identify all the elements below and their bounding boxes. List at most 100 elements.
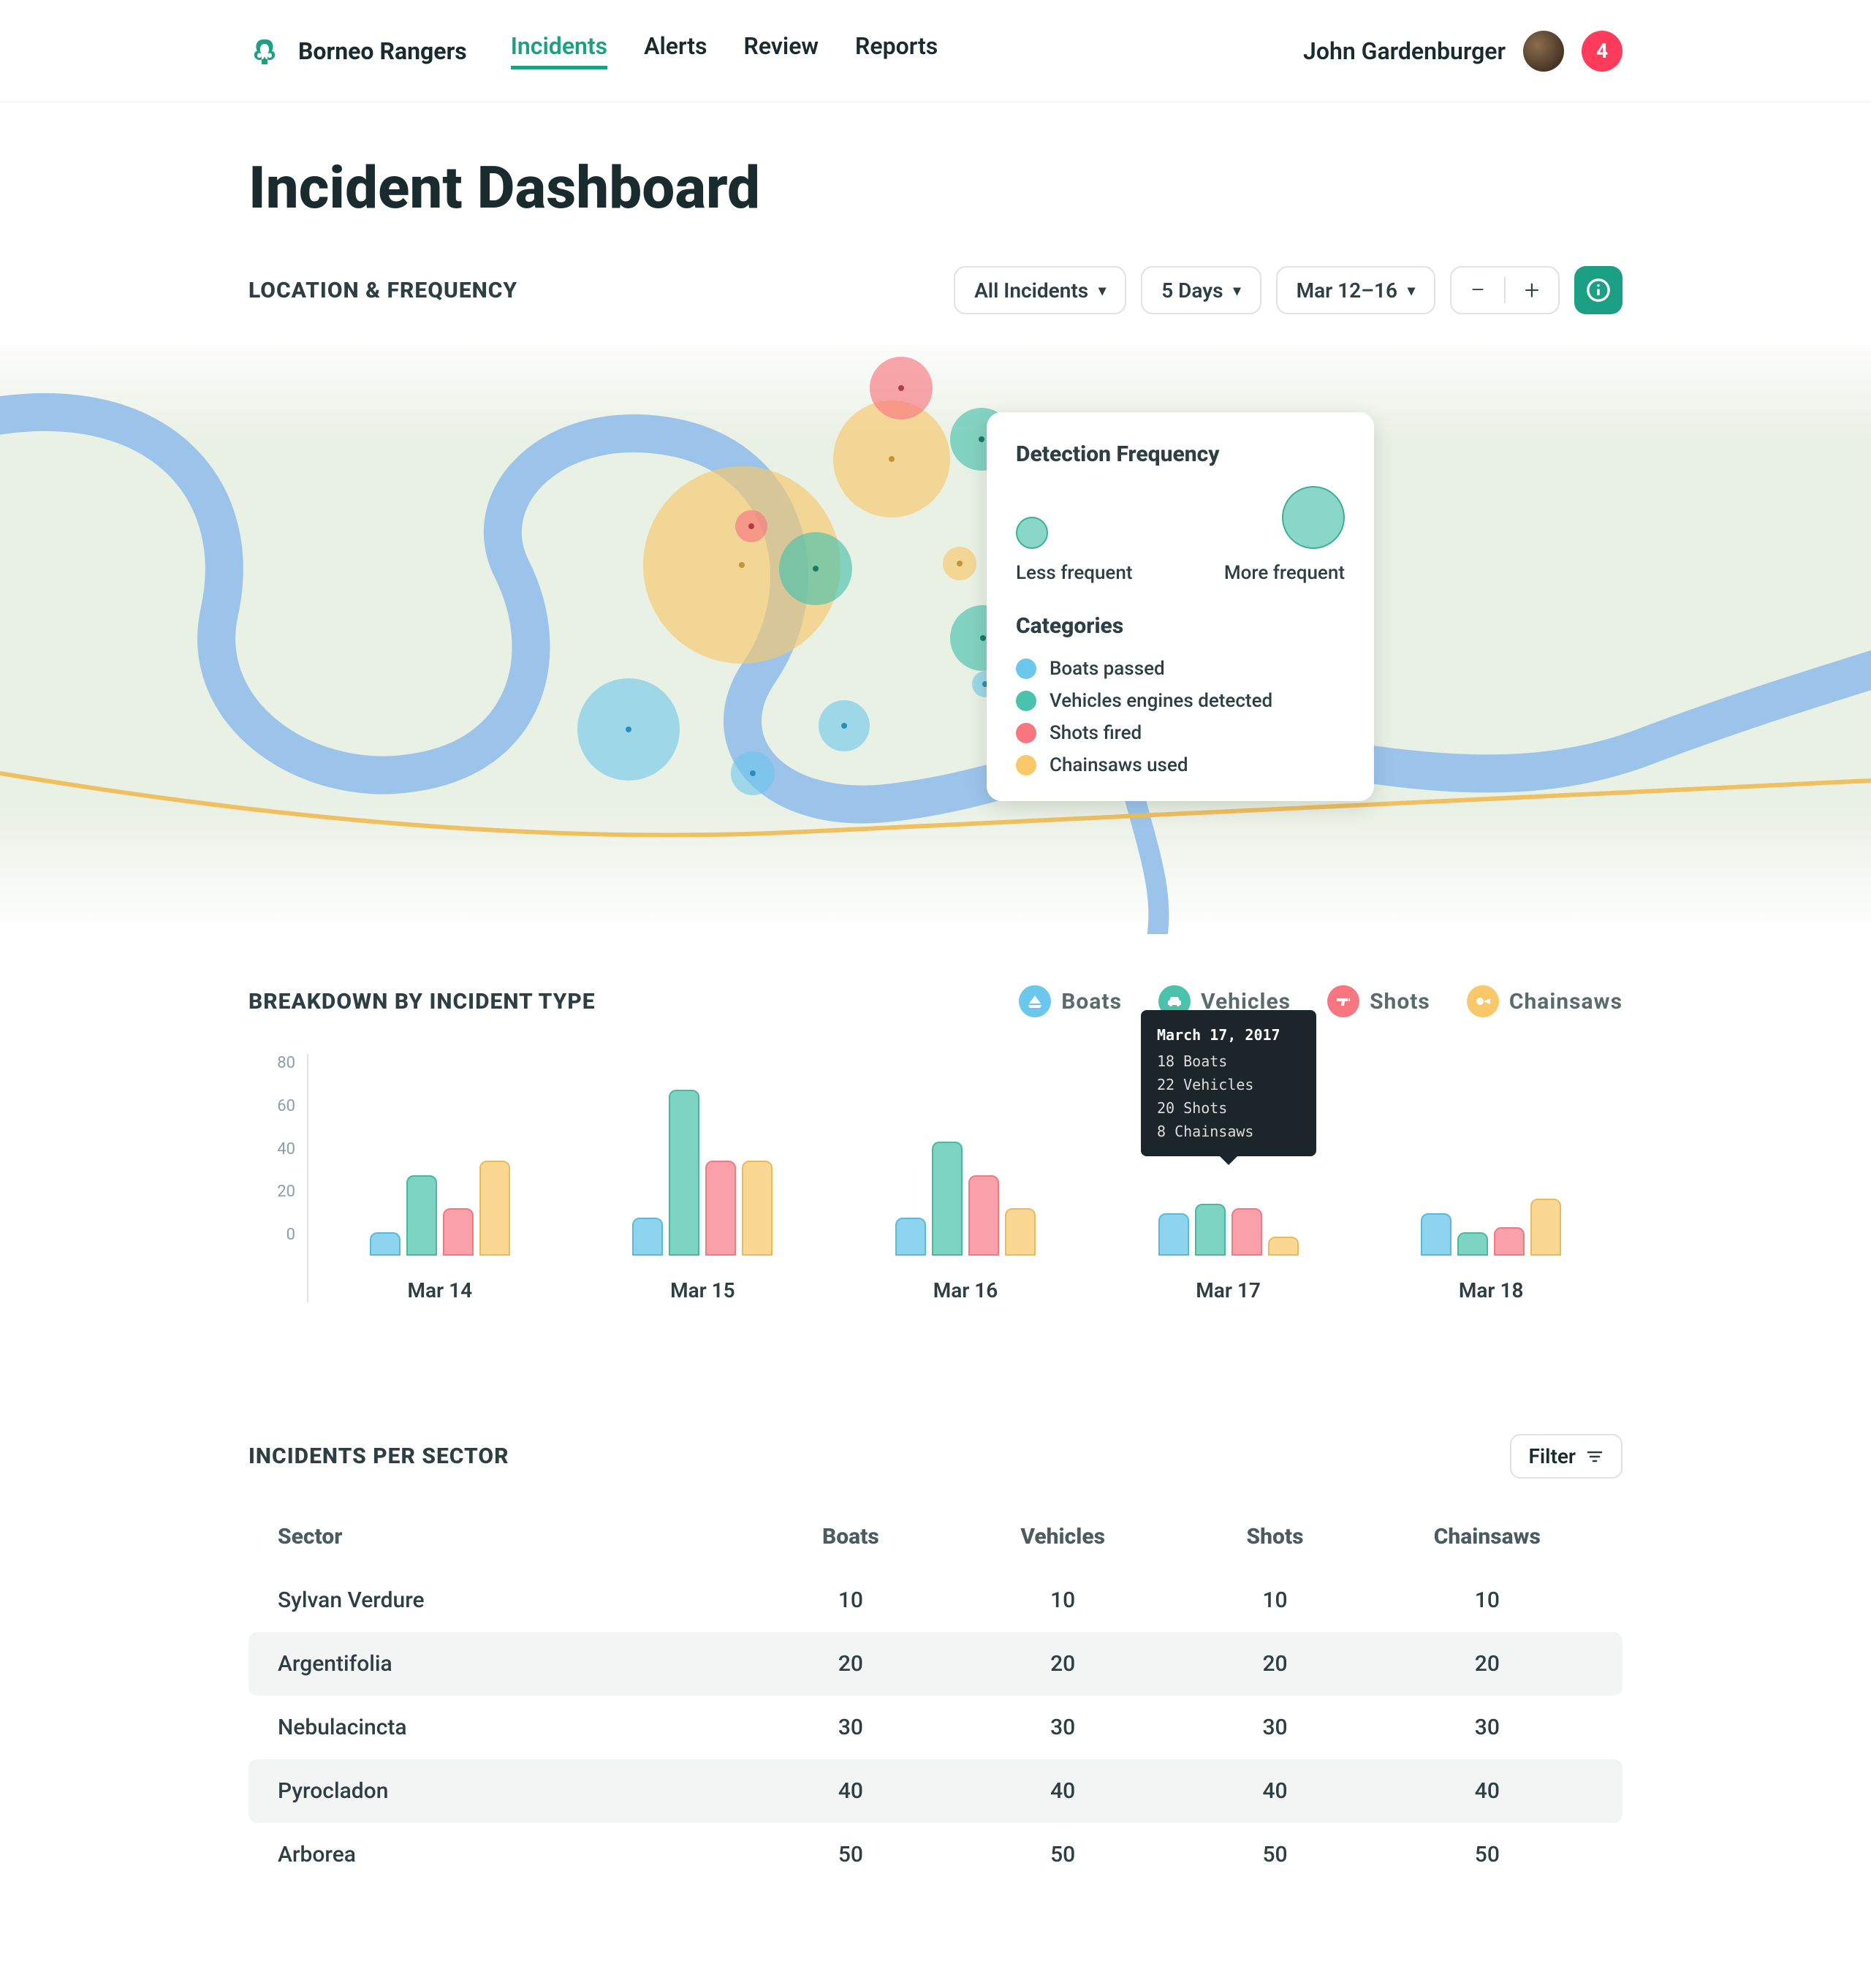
bar[interactable] bbox=[479, 1161, 510, 1256]
avatar[interactable] bbox=[1523, 31, 1564, 72]
nav-incidents[interactable]: Incidents bbox=[511, 32, 607, 69]
sector-table: Sector Boats Vehicles Shots Chainsaws Sy… bbox=[248, 1505, 1623, 1886]
chainsaws-icon bbox=[1467, 985, 1499, 1017]
th-boats[interactable]: Boats bbox=[745, 1524, 957, 1549]
legend-freq-small-icon bbox=[1016, 517, 1048, 549]
bar[interactable] bbox=[406, 1175, 437, 1256]
notification-badge[interactable]: 4 bbox=[1582, 31, 1623, 72]
bar[interactable] bbox=[1530, 1199, 1561, 1256]
sector-section-title: INCIDENTS PER SECTOR bbox=[248, 1443, 509, 1469]
td-shots: 10 bbox=[1169, 1587, 1381, 1613]
bar[interactable] bbox=[895, 1218, 926, 1256]
type-label: Chainsaws bbox=[1509, 989, 1623, 1014]
td-vehicles: 50 bbox=[957, 1842, 1169, 1867]
td-sector: Arborea bbox=[278, 1842, 745, 1867]
map-canvas[interactable] bbox=[0, 335, 1871, 934]
map-section-title: LOCATION & FREQUENCY bbox=[248, 278, 517, 303]
td-sector: Argentifolia bbox=[278, 1651, 745, 1677]
zoom-in-button[interactable]: + bbox=[1506, 268, 1558, 312]
chevron-down-icon: ▾ bbox=[1234, 281, 1241, 299]
td-chainsaws: 30 bbox=[1381, 1715, 1593, 1740]
bar[interactable] bbox=[370, 1232, 401, 1256]
td-boats: 30 bbox=[745, 1715, 957, 1740]
legend-freq-large-icon bbox=[1282, 486, 1345, 549]
td-vehicles: 10 bbox=[957, 1587, 1169, 1613]
bar[interactable] bbox=[443, 1208, 474, 1256]
bar[interactable] bbox=[632, 1218, 663, 1256]
bar[interactable] bbox=[1231, 1208, 1262, 1256]
nav-alerts[interactable]: Alerts bbox=[644, 32, 707, 69]
bar-group[interactable] bbox=[1158, 1204, 1299, 1256]
type-boats[interactable]: Boats bbox=[1019, 985, 1122, 1017]
legend-less-label: Less frequent bbox=[1016, 562, 1132, 584]
map-bubble[interactable] bbox=[870, 357, 933, 420]
legend-category-label: Shots fired bbox=[1050, 722, 1142, 744]
table-row[interactable]: Argentifolia 20 20 20 20 bbox=[248, 1632, 1623, 1696]
td-vehicles: 40 bbox=[957, 1778, 1169, 1804]
th-vehicles[interactable]: Vehicles bbox=[957, 1524, 1169, 1549]
bar[interactable] bbox=[705, 1161, 736, 1256]
th-shots[interactable]: Shots bbox=[1169, 1524, 1381, 1549]
bar[interactable] bbox=[742, 1161, 773, 1256]
td-boats: 50 bbox=[745, 1842, 957, 1867]
bar[interactable] bbox=[1457, 1232, 1488, 1256]
bar-group[interactable] bbox=[632, 1090, 773, 1256]
legend-category-label: Boats passed bbox=[1050, 658, 1165, 680]
breakdown-section-title: BREAKDOWN BY INCIDENT TYPE bbox=[248, 989, 596, 1014]
bar[interactable] bbox=[1158, 1213, 1189, 1256]
brand-name: Borneo Rangers bbox=[298, 37, 467, 65]
bar[interactable] bbox=[1494, 1227, 1525, 1256]
x-label: Mar 17 bbox=[1196, 1278, 1261, 1302]
th-sector[interactable]: Sector bbox=[278, 1524, 745, 1549]
td-chainsaws: 20 bbox=[1381, 1651, 1593, 1677]
chart-xaxis: Mar 14Mar 15Mar 16Mar 17Mar 18 bbox=[308, 1278, 1623, 1302]
info-button[interactable] bbox=[1574, 266, 1623, 314]
type-shots[interactable]: Shots bbox=[1327, 985, 1430, 1017]
bar[interactable] bbox=[1195, 1204, 1226, 1256]
legend-category: Chainsaws used bbox=[1016, 754, 1345, 776]
filter-days[interactable]: 5 Days▾ bbox=[1141, 266, 1261, 314]
dot-icon bbox=[1016, 723, 1036, 743]
bar[interactable] bbox=[1268, 1237, 1299, 1256]
bar[interactable] bbox=[932, 1142, 963, 1256]
tooltip-date: March 17, 2017 bbox=[1157, 1023, 1300, 1047]
bar[interactable] bbox=[968, 1175, 999, 1256]
logo bbox=[248, 37, 278, 66]
breakdown-chart: 806040200 Mar 14Mar 15Mar 16Mar 17Mar 18… bbox=[248, 1054, 1623, 1302]
filter-range-label: Mar 12–16 bbox=[1297, 278, 1397, 303]
table-row[interactable]: Sylvan Verdure 10 10 10 10 bbox=[248, 1568, 1623, 1632]
filter-incidents[interactable]: All Incidents▾ bbox=[954, 266, 1126, 314]
th-chainsaws[interactable]: Chainsaws bbox=[1381, 1524, 1593, 1549]
legend-category-label: Chainsaws used bbox=[1050, 754, 1188, 776]
td-shots: 50 bbox=[1169, 1842, 1381, 1867]
filter-label: Filter bbox=[1529, 1444, 1576, 1468]
bar[interactable] bbox=[1421, 1213, 1451, 1256]
table-row[interactable]: Arborea 50 50 50 50 bbox=[248, 1823, 1623, 1886]
zoom-out-button[interactable]: − bbox=[1451, 268, 1504, 312]
type-chainsaws[interactable]: Chainsaws bbox=[1467, 985, 1623, 1017]
map-bubble[interactable] bbox=[735, 510, 767, 542]
td-boats: 10 bbox=[745, 1587, 957, 1613]
map-bubble[interactable] bbox=[819, 700, 870, 751]
filter-button[interactable]: Filter bbox=[1510, 1434, 1623, 1479]
bar-group[interactable] bbox=[370, 1161, 510, 1256]
nav-review[interactable]: Review bbox=[744, 32, 819, 69]
map-bubble[interactable] bbox=[577, 678, 680, 781]
td-shots: 30 bbox=[1169, 1715, 1381, 1740]
type-label: Shots bbox=[1370, 989, 1430, 1014]
bar[interactable] bbox=[1005, 1208, 1036, 1256]
bar-group[interactable] bbox=[895, 1142, 1036, 1256]
x-label: Mar 15 bbox=[670, 1278, 735, 1302]
legend-category-label: Vehicles engines detected bbox=[1050, 690, 1272, 712]
bar-group[interactable] bbox=[1421, 1199, 1561, 1256]
table-row[interactable]: Nebulacincta 30 30 30 30 bbox=[248, 1696, 1623, 1759]
bar[interactable] bbox=[669, 1090, 699, 1256]
map-bubble[interactable] bbox=[731, 751, 775, 795]
dot-icon bbox=[1016, 659, 1036, 679]
zoom-control: − + bbox=[1450, 266, 1560, 314]
filter-daterange[interactable]: Mar 12–16▾ bbox=[1276, 266, 1435, 314]
map-bubble[interactable] bbox=[943, 547, 976, 580]
map-bubble[interactable] bbox=[779, 532, 852, 605]
table-row[interactable]: Pyrocladon 40 40 40 40 bbox=[248, 1759, 1623, 1823]
nav-reports[interactable]: Reports bbox=[855, 32, 938, 69]
